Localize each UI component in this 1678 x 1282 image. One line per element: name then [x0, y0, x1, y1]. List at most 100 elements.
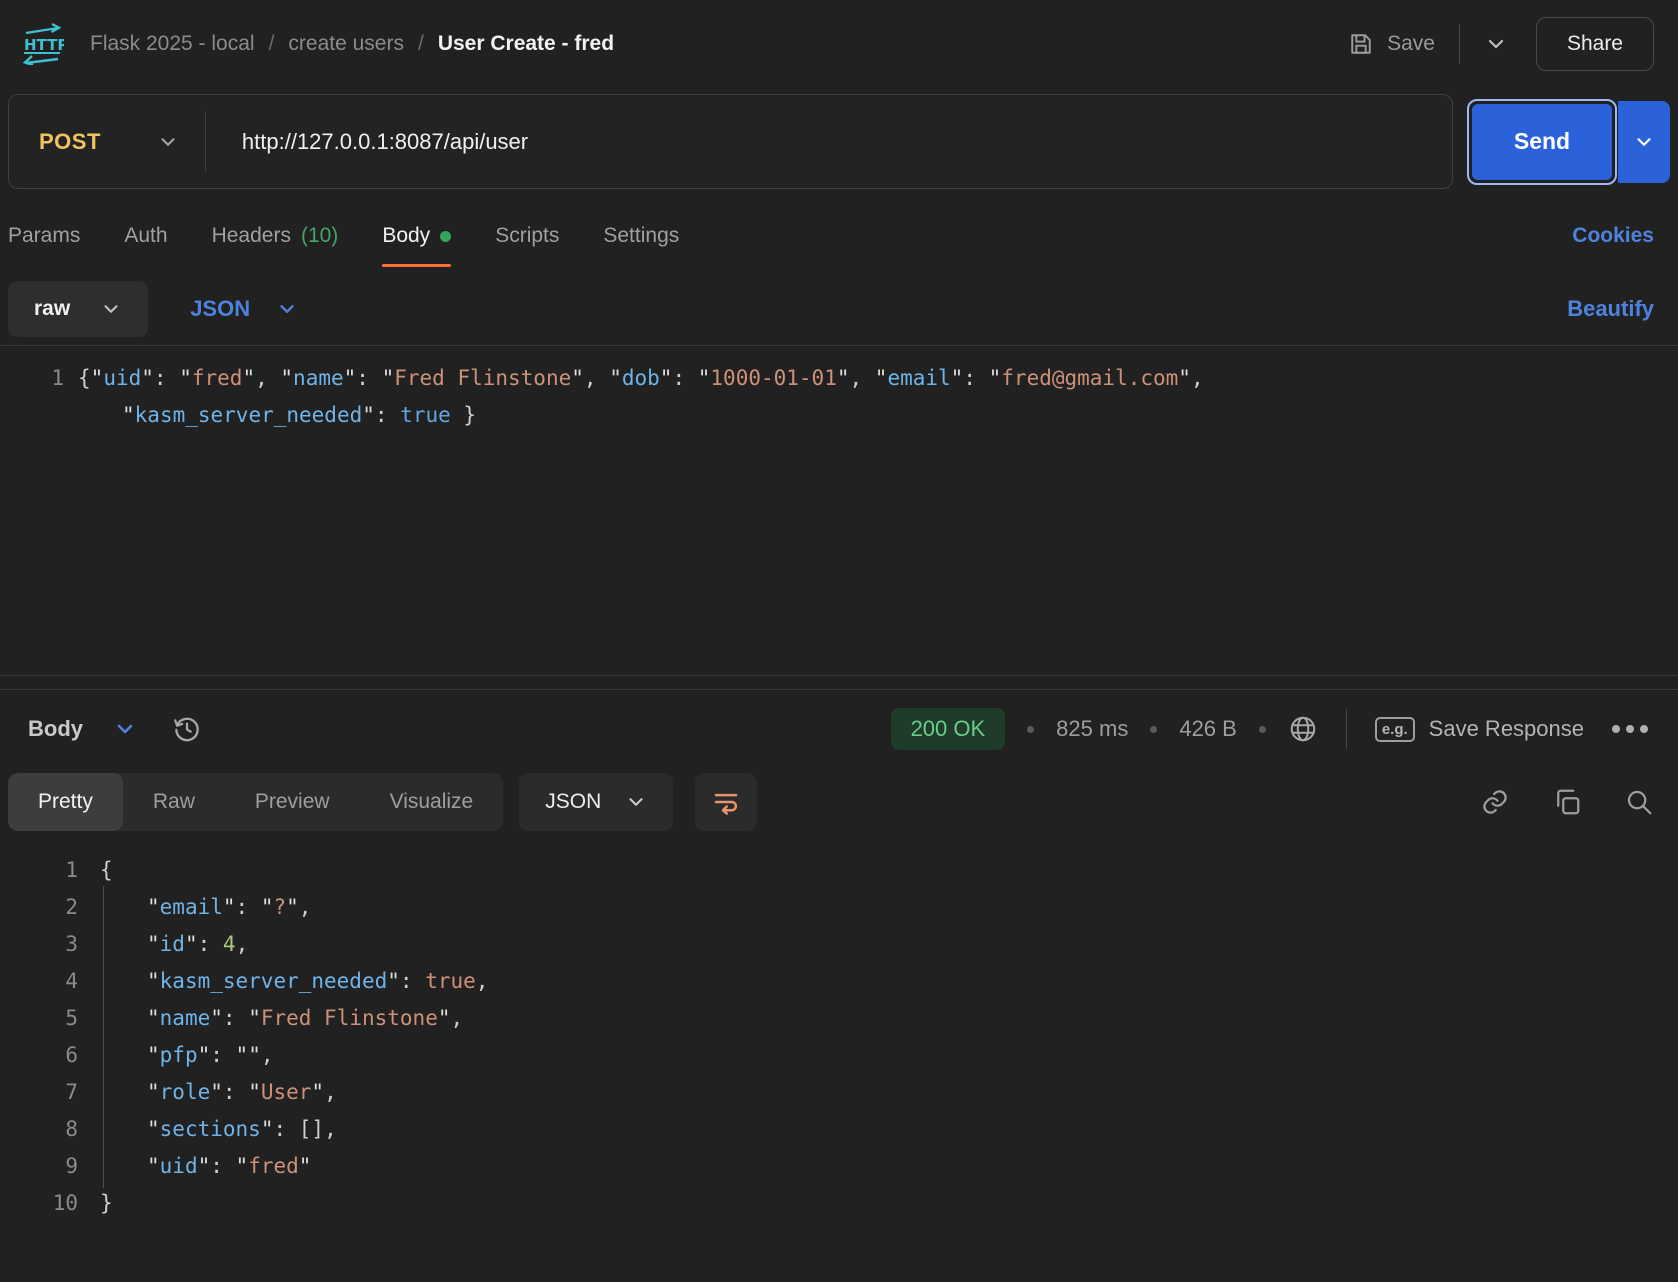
top-bar-actions: Save Share	[1347, 17, 1654, 71]
response-time[interactable]: 825 ms	[1056, 716, 1128, 742]
line-number: 10	[0, 1185, 78, 1222]
send-button-group: Send	[1467, 94, 1670, 189]
code-line: 4"kasm_server_needed": true,	[0, 963, 1678, 1000]
code-line: 8"sections": [],	[0, 1111, 1678, 1148]
breadcrumb-collection[interactable]: Flask 2025 - local	[90, 32, 255, 56]
response-view-toolbar: Pretty Raw Preview Visualize JSON	[0, 768, 1678, 836]
meta-separator-dot	[1259, 726, 1266, 733]
tab-params[interactable]: Params	[8, 199, 80, 273]
tab-body[interactable]: Body	[382, 199, 451, 273]
response-format-dropdown[interactable]: JSON	[519, 773, 673, 831]
breadcrumb-separator: /	[269, 32, 275, 56]
code-line: 9"uid": "fred"	[0, 1148, 1678, 1185]
save-options-chevron-icon[interactable]	[1484, 32, 1508, 56]
breadcrumb: Flask 2025 - local / create users / User…	[90, 32, 614, 56]
meta-separator-dot	[1027, 726, 1034, 733]
url-input-container: POST	[8, 94, 1453, 189]
code-line: 1{	[0, 852, 1678, 889]
meta-divider	[1346, 709, 1347, 749]
line-number: 2	[0, 889, 78, 926]
magnifier-icon	[1624, 787, 1654, 817]
chevron-down-icon	[100, 298, 122, 320]
copy-response-button[interactable]	[1552, 787, 1582, 817]
ellipsis-icon	[1640, 725, 1648, 733]
line-number: 1	[0, 360, 64, 397]
code-line: 2"email": "?",	[0, 889, 1678, 926]
copy-link-button[interactable]	[1480, 787, 1510, 817]
line-number	[0, 397, 64, 434]
headers-count-badge: (10)	[301, 224, 338, 248]
response-more-options-button[interactable]	[1606, 719, 1654, 739]
body-type-toolbar: raw JSON Beautify	[0, 273, 1678, 345]
line-number: 1	[0, 852, 78, 889]
chevron-down-icon	[276, 298, 298, 320]
svg-text:HTTP: HTTP	[24, 36, 64, 54]
body-modified-dot	[440, 231, 451, 242]
beautify-link[interactable]: Beautify	[1567, 296, 1654, 322]
line-number: 9	[0, 1148, 78, 1185]
line-number: 4	[0, 963, 78, 1000]
response-size[interactable]: 426 B	[1179, 716, 1237, 742]
body-format-label: JSON	[190, 296, 250, 322]
save-button-label: Save	[1387, 32, 1435, 56]
tab-label: Auth	[124, 224, 167, 248]
globe-icon	[1288, 714, 1318, 744]
request-url-row: POST Send	[0, 88, 1678, 199]
pane-resize-handle[interactable]	[0, 675, 1678, 690]
url-input[interactable]	[206, 129, 1452, 155]
line-number: 7	[0, 1074, 78, 1111]
response-history-button[interactable]	[171, 713, 203, 745]
tab-raw[interactable]: Raw	[123, 773, 225, 831]
share-button[interactable]: Share	[1536, 17, 1654, 71]
network-info-button[interactable]	[1288, 714, 1318, 744]
tab-label: Settings	[603, 224, 679, 248]
cookies-link[interactable]: Cookies	[1572, 224, 1654, 248]
line-number: 3	[0, 926, 78, 963]
code-line: 7"role": "User",	[0, 1074, 1678, 1111]
method-label: POST	[39, 129, 101, 155]
response-body-label: Body	[28, 716, 83, 742]
line-number: 8	[0, 1111, 78, 1148]
tab-headers[interactable]: Headers (10)	[212, 199, 339, 273]
body-format-dropdown[interactable]: JSON	[190, 296, 298, 322]
meta-separator-dot	[1150, 726, 1157, 733]
status-badge[interactable]: 200 OK	[891, 708, 1006, 750]
search-response-button[interactable]	[1624, 787, 1654, 817]
link-icon	[1480, 787, 1510, 817]
tab-pretty[interactable]: Pretty	[8, 773, 123, 831]
breadcrumb-request-name[interactable]: User Create - fred	[438, 32, 614, 56]
code-line: 5"name": "Fred Flinstone",	[0, 1000, 1678, 1037]
line-number: 5	[0, 1000, 78, 1037]
response-view-segmented-control: Pretty Raw Preview Visualize	[8, 773, 503, 831]
breadcrumb-folder[interactable]: create users	[288, 32, 404, 56]
save-button[interactable]: Save	[1347, 30, 1435, 58]
tab-auth[interactable]: Auth	[124, 199, 167, 273]
body-mode-dropdown[interactable]: raw	[8, 281, 148, 337]
tab-label: Params	[8, 224, 80, 248]
tab-scripts[interactable]: Scripts	[495, 199, 559, 273]
tab-label: Scripts	[495, 224, 559, 248]
method-dropdown[interactable]: POST	[9, 129, 205, 155]
save-response-button[interactable]: e.g. Save Response	[1375, 716, 1584, 742]
response-body-dropdown[interactable]: Body	[28, 716, 137, 742]
chevron-down-icon	[113, 717, 137, 741]
response-body-viewer[interactable]: 1{2"email": "?",3"id": 4,4"kasm_server_n…	[0, 836, 1678, 1282]
active-tab-underline	[382, 264, 451, 267]
indent-guide	[103, 1145, 104, 1188]
send-button[interactable]: Send	[1472, 104, 1612, 180]
tab-settings[interactable]: Settings	[603, 199, 679, 273]
wrap-lines-button[interactable]	[695, 773, 757, 831]
tab-preview[interactable]: Preview	[225, 773, 360, 831]
tab-visualize[interactable]: Visualize	[360, 773, 504, 831]
code-line: 6"pfp": "",	[0, 1037, 1678, 1074]
copy-icon	[1552, 787, 1582, 817]
ellipsis-icon	[1612, 725, 1620, 733]
tab-label: Headers	[212, 224, 291, 248]
floppy-disk-icon	[1347, 30, 1375, 58]
body-mode-label: raw	[34, 297, 70, 321]
http-request-icon: HTTP	[20, 23, 64, 65]
send-focus-ring: Send	[1467, 99, 1617, 185]
chevron-down-icon	[157, 131, 179, 153]
send-options-chevron-icon[interactable]	[1618, 101, 1670, 183]
request-body-editor[interactable]: 1{"uid": "fred", "name": "Fred Flinstone…	[0, 345, 1678, 675]
